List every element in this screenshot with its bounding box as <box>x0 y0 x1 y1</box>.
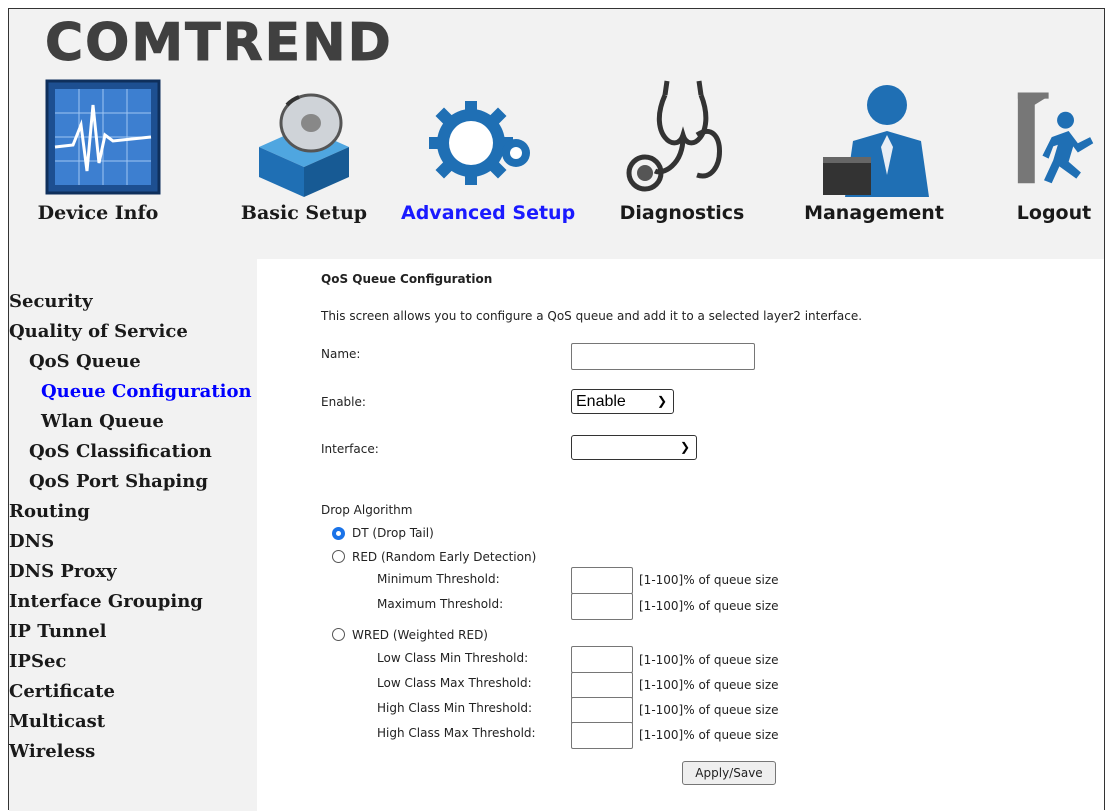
sidebar-item-routing[interactable]: Routing <box>9 501 90 522</box>
high-min-unit: [1-100]% of queue size <box>639 703 779 717</box>
drop-algorithm-label: Drop Algorithm <box>321 503 413 517</box>
page-description: This screen allows you to configure a Qo… <box>321 309 863 323</box>
chevron-down-icon: ❯ <box>656 394 667 408</box>
sidebar-item-wlan-queue[interactable]: Wlan Queue <box>41 411 164 432</box>
sidebar-item-dns-proxy[interactable]: DNS Proxy <box>9 561 117 582</box>
sidebar-item-queue-configuration[interactable]: Queue Configuration <box>41 381 257 402</box>
header: COMTREND Device Info Basic Setup Advance… <box>9 9 1104 259</box>
min-threshold-label: Minimum Threshold: <box>377 572 500 586</box>
nav-diagnostics[interactable]: Diagnostics <box>607 75 757 224</box>
enable-select[interactable]: Enable ❯ <box>571 389 674 414</box>
wred-label: WRED (Weighted RED) <box>352 628 488 642</box>
red-radio[interactable] <box>332 550 345 563</box>
min-threshold-unit: [1-100]% of queue size <box>639 573 779 587</box>
nav-label-basic-setup: Basic Setup <box>240 202 368 224</box>
nav-label-logout: Logout <box>1016 202 1092 224</box>
low-min-input[interactable] <box>571 646 633 673</box>
name-input[interactable] <box>571 343 755 370</box>
sidebar-item-dns[interactable]: DNS <box>9 531 54 552</box>
nav-label-diagnostics: Diagnostics <box>619 202 745 224</box>
name-label: Name: <box>321 347 361 361</box>
low-max-unit: [1-100]% of queue size <box>639 678 779 692</box>
sidebar-item-multicast[interactable]: Multicast <box>9 711 105 732</box>
sidebar-item-qos-queue[interactable]: QoS Queue <box>29 351 141 372</box>
nav-advanced-setup[interactable]: Advanced Setup <box>401 75 576 224</box>
nav-label-advanced-setup: Advanced Setup <box>401 202 576 224</box>
interface-select[interactable]: ❯ <box>571 435 697 460</box>
sidebar-item-interface-grouping[interactable]: Interface Grouping <box>9 591 203 612</box>
low-max-label: Low Class Max Threshold: <box>377 676 532 690</box>
low-min-label: Low Class Min Threshold: <box>377 651 529 665</box>
nav-label-management: Management <box>804 202 944 224</box>
management-icon <box>823 85 929 197</box>
logout-icon <box>1017 92 1094 184</box>
chevron-down-icon: ❯ <box>679 440 690 454</box>
nav-logout[interactable]: Logout <box>1004 75 1104 224</box>
nav-label-device-info: Device Info <box>37 202 159 224</box>
high-min-input[interactable] <box>571 697 633 724</box>
min-threshold-input[interactable] <box>571 567 633 594</box>
main-content: QoS Queue Configuration This screen allo… <box>257 259 1104 811</box>
advanced-setup-icon <box>429 101 530 185</box>
nav-basic-setup[interactable]: Basic Setup <box>229 75 379 224</box>
device-info-icon <box>45 79 161 195</box>
app-frame: COMTREND Device Info Basic Setup Advance… <box>8 8 1105 811</box>
sidebar-item-qos-port-shaping[interactable]: QoS Port Shaping <box>29 471 208 492</box>
max-threshold-label: Maximum Threshold: <box>377 597 504 611</box>
sidebar: Security Quality of Service QoS Queue Qu… <box>9 259 257 811</box>
high-max-unit: [1-100]% of queue size <box>639 728 779 742</box>
high-min-label: High Class Min Threshold: <box>377 701 533 715</box>
sidebar-item-quality-of-service[interactable]: Quality of Service <box>9 321 188 342</box>
red-label: RED (Random Early Detection) <box>352 550 537 564</box>
interface-label: Interface: <box>321 442 379 456</box>
page-title: QoS Queue Configuration <box>321 272 493 286</box>
basic-setup-icon <box>259 93 349 197</box>
sidebar-item-qos-classification[interactable]: QoS Classification <box>29 441 212 462</box>
dt-radio[interactable] <box>332 527 345 540</box>
sidebar-item-security[interactable]: Security <box>9 291 93 312</box>
sidebar-item-wireless[interactable]: Wireless <box>9 741 95 762</box>
stethoscope-icon <box>626 80 722 192</box>
nav-management[interactable]: Management <box>789 75 959 224</box>
sidebar-item-ip-tunnel[interactable]: IP Tunnel <box>9 621 107 642</box>
low-min-unit: [1-100]% of queue size <box>639 653 779 667</box>
enable-select-value: Enable <box>576 393 626 410</box>
comtrend-logo: COMTREND <box>45 13 393 74</box>
wred-radio[interactable] <box>332 628 345 641</box>
nav-device-info[interactable]: Device Info <box>23 75 173 224</box>
sidebar-item-ipsec[interactable]: IPSec <box>9 651 66 672</box>
max-threshold-input[interactable] <box>571 593 633 620</box>
apply-save-button[interactable]: Apply/Save <box>682 761 776 785</box>
low-max-input[interactable] <box>571 672 633 699</box>
high-max-input[interactable] <box>571 722 633 749</box>
high-max-label: High Class Max Threshold: <box>377 726 536 740</box>
dt-label: DT (Drop Tail) <box>352 526 434 540</box>
enable-label: Enable: <box>321 395 366 409</box>
max-threshold-unit: [1-100]% of queue size <box>639 599 779 613</box>
sidebar-item-certificate[interactable]: Certificate <box>9 681 115 702</box>
